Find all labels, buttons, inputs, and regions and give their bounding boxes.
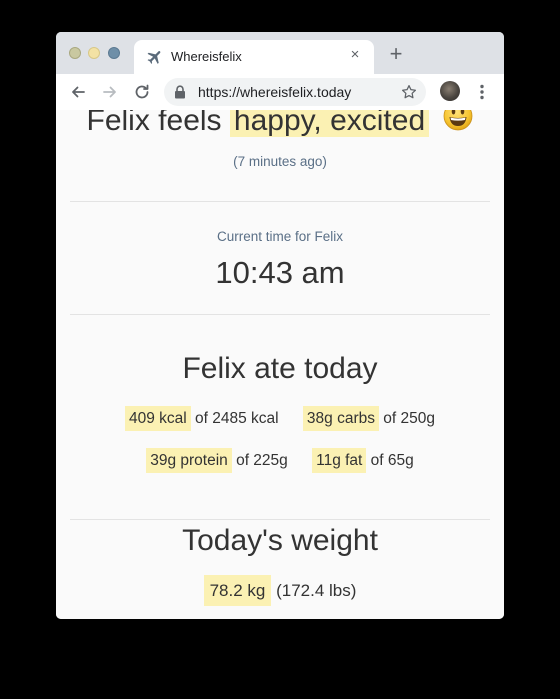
fat-value: 11g fat xyxy=(312,448,367,473)
bookmark-star-icon[interactable] xyxy=(400,83,418,101)
window-minimize-button[interactable] xyxy=(88,47,100,59)
fat-stat: 11g fat of 65g xyxy=(312,448,414,473)
profile-avatar[interactable] xyxy=(440,81,460,101)
calories-stat: 409 kcal of 2485 kcal xyxy=(124,406,279,431)
divider xyxy=(70,201,490,202)
food-title: Felix ate today xyxy=(182,352,378,385)
weight-value: 78.2 kg xyxy=(203,575,272,606)
browser-toolbar: https://whereisfelix.today xyxy=(56,74,504,110)
window-close-button[interactable] xyxy=(69,47,81,59)
browser-tab[interactable]: Whereisfelix × xyxy=(134,40,374,74)
mood-value: happy, excited xyxy=(229,110,430,137)
calories-suffix: of 2485 kcal xyxy=(190,410,279,427)
browser-window: Whereisfelix × + https://whereisfelix.to… xyxy=(56,32,504,619)
current-time-label: Current time for Felix xyxy=(216,229,344,244)
tab-close-icon[interactable]: × xyxy=(346,46,364,64)
mood-timestamp: (7 minutes ago) xyxy=(233,154,327,169)
more-menu-icon[interactable] xyxy=(474,82,490,102)
protein-value: 39g protein xyxy=(146,448,232,473)
tab-strip: Whereisfelix × + xyxy=(56,32,504,74)
protein-stat: 39g protein of 225g xyxy=(146,448,288,473)
url-text: https://whereisfelix.today xyxy=(198,84,352,100)
forward-icon[interactable] xyxy=(100,82,120,102)
mood-prefix: Felix feels xyxy=(86,110,222,137)
weight-title: Today's weight xyxy=(182,524,378,557)
grinning-face-icon xyxy=(443,110,473,131)
divider xyxy=(70,519,490,520)
reload-icon[interactable] xyxy=(132,82,152,102)
food-stats-row-1: 409 kcal of 2485 kcal 38g carbs of 250g xyxy=(56,406,504,431)
page-content: Felix feels happy, excited (7 minutes ag… xyxy=(56,110,504,619)
tab-title: Whereisfelix xyxy=(171,49,242,64)
mood-heading: Felix feels happy, excited xyxy=(56,110,504,138)
protein-suffix: of 225g xyxy=(231,452,288,469)
food-stats-row-2: 39g protein of 225g 11g fat of 65g xyxy=(56,448,504,473)
weight-row: 78.2 kg (172.4 lbs) xyxy=(56,575,504,606)
divider xyxy=(70,314,490,315)
lock-icon xyxy=(174,85,186,99)
fat-suffix: of 65g xyxy=(366,452,414,469)
carbs-value: 38g carbs xyxy=(302,406,379,431)
carbs-suffix: of 250g xyxy=(379,410,436,427)
airplane-icon xyxy=(146,48,164,66)
calories-value: 409 kcal xyxy=(124,406,191,431)
weight-imperial: (172.4 lbs) xyxy=(276,581,357,600)
back-icon[interactable] xyxy=(68,82,88,102)
new-tab-button[interactable]: + xyxy=(386,43,406,65)
window-maximize-button[interactable] xyxy=(108,47,120,59)
carbs-stat: 38g carbs of 250g xyxy=(302,406,436,431)
address-bar[interactable]: https://whereisfelix.today xyxy=(164,78,426,106)
current-time-value: 10:43 am xyxy=(215,255,345,290)
